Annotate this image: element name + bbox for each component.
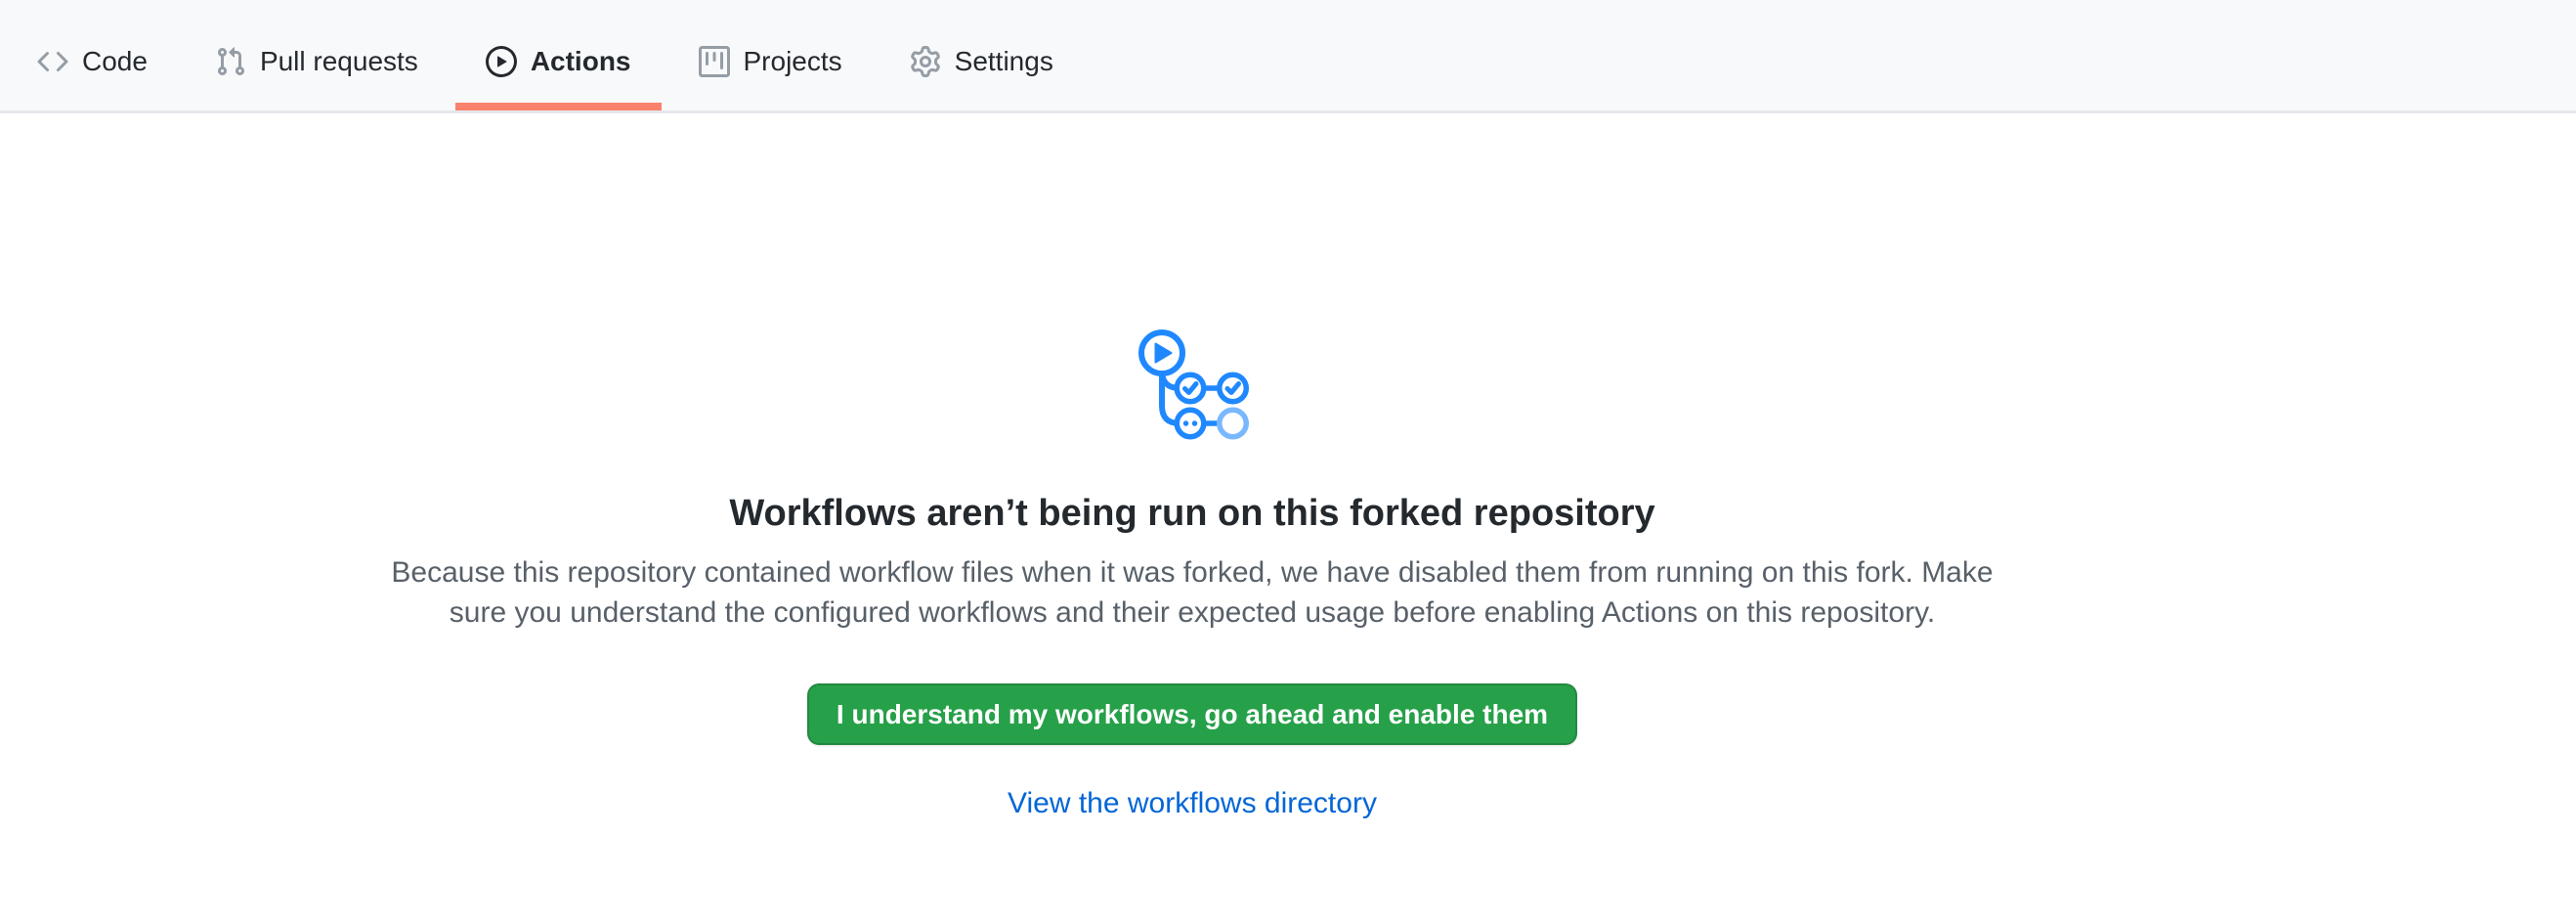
tab-pull-requests[interactable]: Pull requests <box>185 0 449 110</box>
workflow-illustration-icon <box>1135 326 1250 441</box>
enable-workflows-button[interactable]: I understand my workflows, go ahead and … <box>807 683 1577 745</box>
actions-blankslate: Workflows aren’t being run on this forke… <box>0 113 2384 825</box>
project-icon <box>699 46 730 77</box>
tab-projects[interactable]: Projects <box>668 0 873 110</box>
tab-projects-label: Projects <box>744 48 842 75</box>
tab-actions-label: Actions <box>531 48 631 75</box>
code-icon <box>37 46 68 77</box>
tab-settings[interactable]: Settings <box>880 0 1084 110</box>
gear-icon <box>910 46 941 77</box>
blankslate-description: Because this repository contained workfl… <box>371 552 2013 633</box>
tab-code-label: Code <box>82 48 148 75</box>
tab-code[interactable]: Code <box>7 0 178 110</box>
tab-actions[interactable]: Actions <box>455 0 662 110</box>
blankslate-heading: Workflows aren’t being run on this forke… <box>729 490 1654 537</box>
tab-pull-requests-label: Pull requests <box>260 48 418 75</box>
tab-settings-label: Settings <box>955 48 1053 75</box>
git-pull-request-icon <box>215 46 246 77</box>
play-icon <box>486 46 517 77</box>
view-workflows-directory-link[interactable]: View the workflows directory <box>1008 782 1377 825</box>
repo-tab-nav: Code Pull requests Actions Projects Sett… <box>0 0 2576 113</box>
